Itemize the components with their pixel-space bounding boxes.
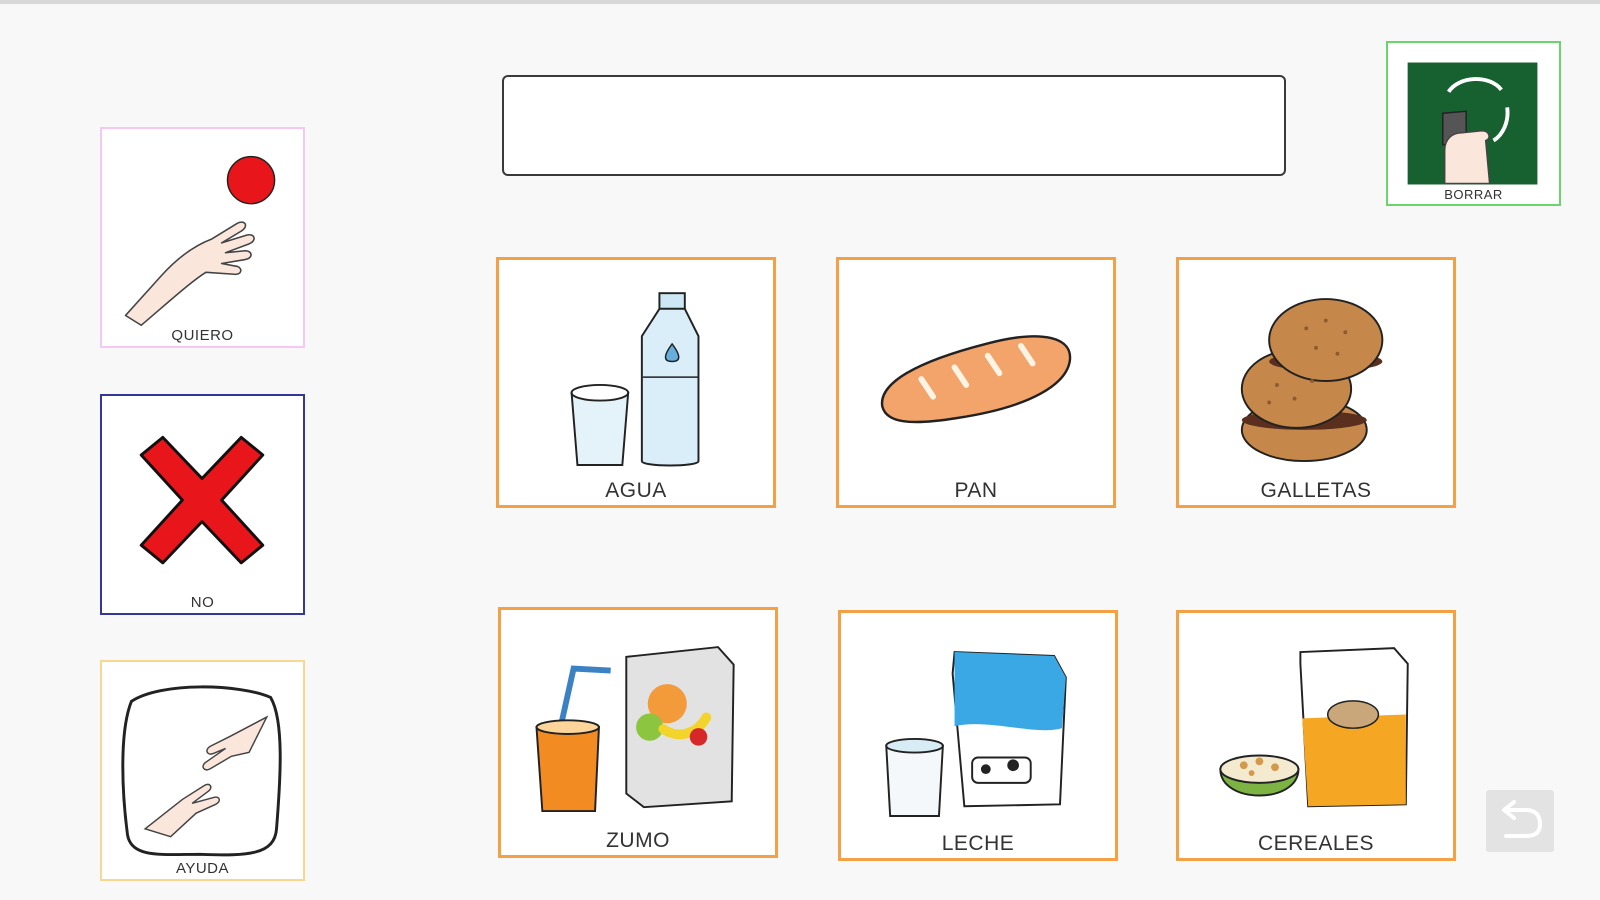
card-zumo[interactable]: ZUMO [498,607,778,858]
milk-carton-glass-icon [885,651,1067,818]
undo-button[interactable] [1486,790,1554,852]
card-label: AYUDA [175,860,230,877]
bread-loaf-icon [880,335,1072,424]
card-label: GALLETAS [1260,479,1372,502]
clear-button[interactable]: BORRAR [1386,41,1561,206]
card-label: AGUA [605,479,667,502]
card-ayuda[interactable]: AYUDA [100,660,305,881]
card-label: CEREALES [1257,832,1375,855]
undo-arrow-icon [1502,800,1543,838]
helping-hands-icon [121,685,282,857]
card-label: PAN [954,479,998,502]
card-galletas[interactable]: GALLETAS [1176,257,1456,508]
card-pan[interactable]: PAN [836,257,1116,508]
card-leche[interactable]: LECHE [838,610,1118,861]
red-cross-icon [139,435,265,565]
card-label: QUIERO [171,327,234,344]
card-no[interactable]: NO [100,394,305,615]
hand-reaching-ball-icon [124,155,276,327]
juice-box-glass-icon [535,646,735,813]
eraser-hand-icon [1407,62,1538,185]
clear-button-label: BORRAR [1444,187,1503,202]
card-agua[interactable]: AGUA [496,257,776,508]
top-edge [0,0,1600,4]
cereal-box-bowl-icon [1219,647,1409,808]
sentence-bar[interactable] [502,75,1286,176]
cookies-icon [1240,298,1384,463]
water-bottle-glass-icon [570,292,700,467]
card-quiero[interactable]: QUIERO [100,127,305,348]
card-cereales[interactable]: CEREALES [1176,610,1456,861]
card-label: ZUMO [606,829,670,852]
card-label: LECHE [941,832,1015,855]
card-label: NO [190,594,215,611]
